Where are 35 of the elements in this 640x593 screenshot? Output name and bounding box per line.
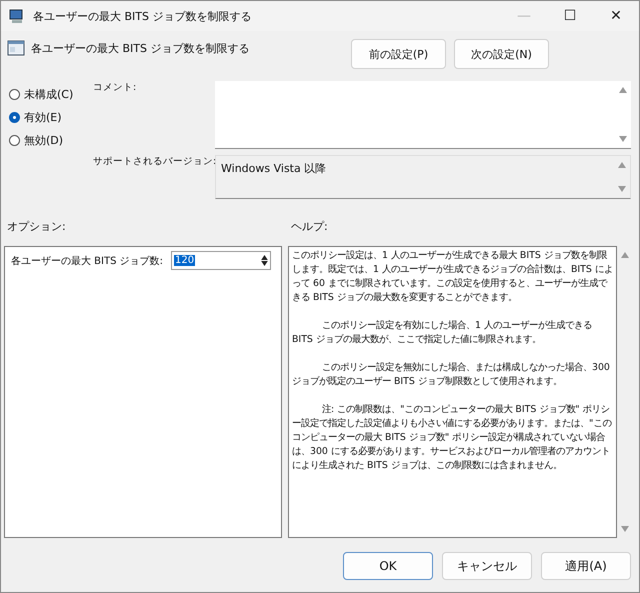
- supported-value: Windows Vista 以降: [221, 161, 326, 176]
- scroll-up-icon[interactable]: [618, 162, 626, 168]
- help-paragraph: このポリシー設定を無効にした場合、または構成しなかった場合、300 ジョブが既定のユーザー BITS ジョブ制限数として使用されます。: [292, 361, 611, 389]
- scroll-up-icon[interactable]: [619, 87, 627, 93]
- radio-button[interactable]: [9, 112, 20, 123]
- policy-icon: [7, 39, 25, 57]
- scroll-down-icon[interactable]: [619, 136, 627, 142]
- radio-button[interactable]: [9, 135, 20, 146]
- scroll-down-icon[interactable]: [618, 186, 626, 192]
- help-label: ヘルプ:: [291, 219, 328, 235]
- window-title: 各ユーザーの最大 BITS ジョブ数を制限する: [33, 8, 252, 24]
- cancel-button[interactable]: キャンセル: [442, 552, 532, 580]
- policy-title: 各ユーザーの最大 BITS ジョブ数を制限する: [31, 41, 250, 56]
- number-spinner[interactable]: 120: [171, 251, 271, 270]
- help-paragraph: このポリシー設定は、1 人のユーザーが生成できる最大 BITS ジョブ数を制限します。既定では、1 人のユーザーが生成できるジョブの合計数は、BITS によって 60 までに制限されています。この設定を使用すると、ユーザーが生成できる BITS ジョブの最大数を変更することができます。: [292, 249, 613, 305]
- navigation-button[interactable]: 前の設定(P): [351, 39, 446, 69]
- scroll-down-icon[interactable]: [621, 526, 629, 532]
- comment-field[interactable]: [215, 81, 631, 149]
- field-label: 各ユーザーの最大 BITS ジョブ数:: [11, 254, 163, 268]
- options-label: オプション:: [7, 219, 67, 235]
- radio-button[interactable]: [9, 89, 20, 100]
- comment-label: コメント:: [93, 81, 138, 95]
- radio-label: 有効(E): [24, 110, 62, 125]
- computer-icon: [9, 8, 25, 24]
- help-paragraph: このポリシー設定を有効にした場合、1 人のユーザーが生成できる BITS ジョブの最大数が、ここで指定した値に制限されます。: [292, 319, 593, 347]
- navigation-button[interactable]: 次の設定(N): [454, 39, 549, 69]
- help-paragraph: 注: この制限数は、"このコンピューターの最大 BITS ジョブ数" ポリシー設定で指定した設定値よりも小さい値にする必要があります。または、"このコンピューターの最大 BITS ジョブ数" ポリシー設定が構成されていない場合は、300 にする必要があります。サービスおよびローカル管理者のアカウントにより生成された BITS ジョブは、この制限数には含まれません。: [292, 403, 612, 473]
- maximize-button[interactable]: ☐: [547, 8, 593, 24]
- scroll-up-icon[interactable]: [621, 252, 629, 258]
- ok-button[interactable]: OK: [343, 552, 433, 580]
- radio-label: 無効(D): [24, 133, 64, 148]
- apply-button[interactable]: 適用(A): [541, 552, 631, 580]
- supported-label: サポートされるバージョン:: [93, 155, 215, 169]
- radio-label: 未構成(C): [24, 87, 74, 102]
- close-button[interactable]: ✕: [593, 8, 639, 24]
